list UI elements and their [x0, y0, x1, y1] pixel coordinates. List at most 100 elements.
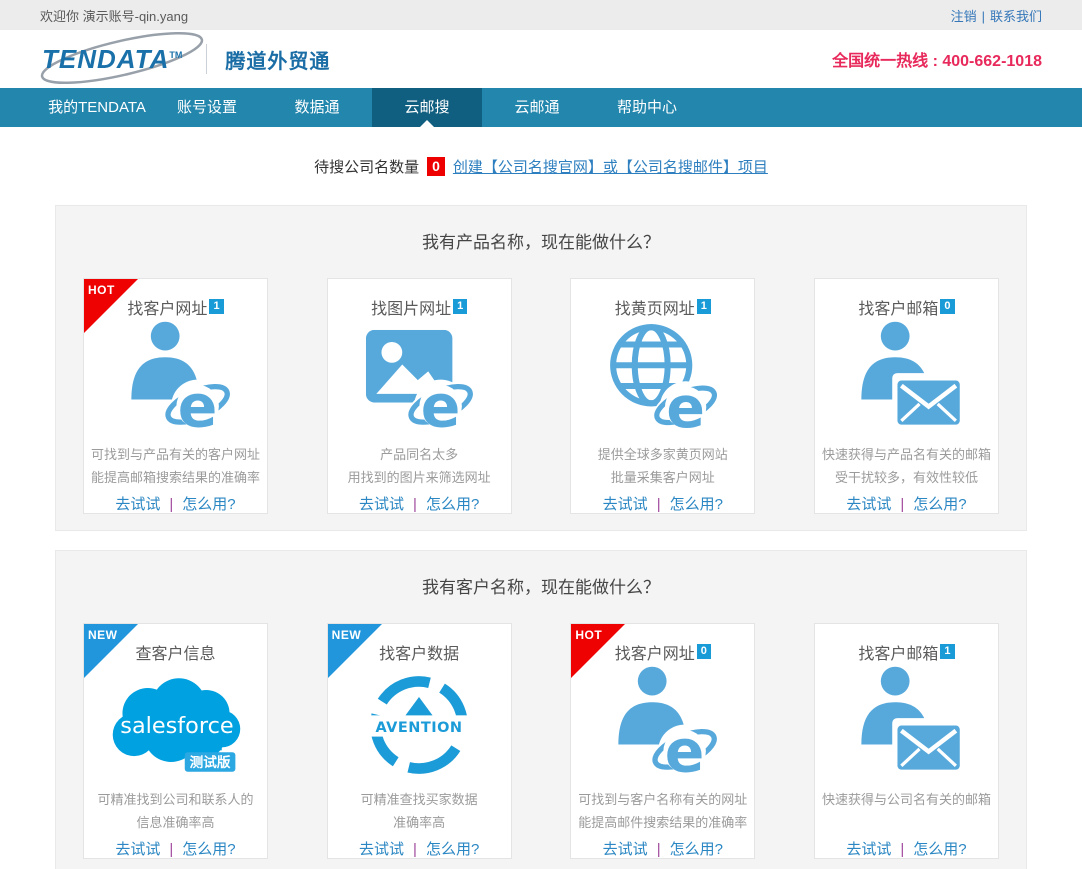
card-links: 去试试 | 怎么用? [328, 838, 511, 859]
card-find-yellowpage-website[interactable]: 找黄页网址1 提供全球多家黄页网站 批量采集客户网址 去试试|怎么用? [570, 278, 755, 514]
new-ribbon: NEW [328, 624, 382, 678]
welcome-text: 欢迎你 演示账号-qin.yang [40, 6, 188, 25]
count-badge: 1 [697, 299, 711, 314]
card-row: HOT 找客户网址1 可找到与产品有关的客户网址 能提高邮箱搜索结果的准确率 去… [83, 278, 999, 514]
topbar-divider: | [982, 9, 985, 24]
card-links: 去试试 | 怎么用? [815, 493, 998, 514]
section-customer-name: 我有客户名称，现在能做什么？ NEW 查客户信息 [55, 550, 1027, 869]
nav-item-account-settings[interactable]: 账号设置 [152, 88, 262, 127]
pending-count-label: 待搜公司名数量 [314, 156, 419, 177]
try-link[interactable]: 去试试 [115, 496, 160, 513]
logout-link[interactable]: 注销 [951, 9, 977, 24]
link-separator: | [413, 841, 417, 858]
try-link[interactable]: 去试试 [603, 496, 648, 513]
try-link[interactable]: 去试试 [359, 841, 404, 858]
how-to-link[interactable]: 怎么用? [913, 496, 966, 513]
avention-logo-icon: AVENTION [328, 662, 511, 788]
nav-item-data-pass[interactable]: 数据通 [262, 88, 372, 127]
link-separator: | [900, 496, 904, 513]
link-separator: | [169, 496, 173, 513]
link-separator: | [413, 496, 417, 513]
count-badge: 0 [940, 299, 954, 314]
count-badge: 1 [453, 299, 467, 314]
try-link[interactable]: 去试试 [115, 841, 160, 858]
card-desc-line1: 快速获得与产品名有关的邮箱 [815, 443, 998, 466]
salesforce-logo-icon: salesforce 测试版 [84, 662, 267, 788]
card-row: NEW 查客户信息 sale [83, 623, 999, 859]
card-desc-line2 [815, 811, 998, 834]
salesforce-beta-tag: 测试版 [189, 754, 230, 771]
new-ribbon: NEW [84, 624, 138, 678]
card-check-customer-info[interactable]: NEW 查客户信息 sale [83, 623, 268, 859]
card-find-customer-email-2[interactable]: 找客户邮箱1 快速获得与公司名有关的邮箱 去试试|怎么用? [814, 623, 999, 859]
globe-browser-icon [571, 317, 754, 443]
main-nav: 我的TENDATA 账号设置 数据通 云邮搜 云邮通 帮助中心 [0, 88, 1082, 127]
how-to-link[interactable]: 怎么用? [913, 841, 966, 858]
tendata-page: 欢迎你 演示账号-qin.yang 注销 | 联系我们 TENDATATM 腾道外贸… [0, 0, 1082, 869]
card-find-customer-data[interactable]: NEW 找客户数据 AVENTION 可精准查找买家数据 准确率高 去试试|怎么… [327, 623, 512, 859]
nav-item-help-center[interactable]: 帮助中心 [592, 88, 702, 127]
how-to-link[interactable]: 怎么用? [670, 841, 723, 858]
avention-wordmark: AVENTION [376, 720, 463, 736]
card-desc-line1: 可找到与产品有关的客户网址 [84, 443, 267, 466]
link-separator: | [657, 496, 661, 513]
card-find-customer-email[interactable]: 找客户邮箱0 快速获得与产品名有关的邮箱 受干扰较多，有效性较低 去试试|怎么用… [814, 278, 999, 514]
section-product-name: 我有产品名称，现在能做什么？ HOT 找客户网址1 可找到与产品有关的客户网址 … [55, 205, 1027, 531]
brand-header: TENDATATM 腾道外贸通 全国统一热线 : 400-662-1018 [0, 30, 1082, 88]
card-find-image-website[interactable]: 找图片网址1 产品同名太多 用找到的图片来筛选网址 去试试|怎么用? [327, 278, 512, 514]
how-to-link[interactable]: 怎么用? [182, 496, 235, 513]
link-separator: | [657, 841, 661, 858]
card-title: 找黄页网址1 [571, 295, 754, 317]
nav-item-my-tendata[interactable]: 我的TENDATA [42, 88, 152, 127]
person-mail-icon [815, 662, 998, 788]
person-browser-icon [571, 662, 754, 788]
link-separator: | [900, 841, 904, 858]
topbar-links: 注销 | 联系我们 [951, 6, 1042, 25]
section-title: 我有客户名称，现在能做什么？ [56, 573, 1026, 597]
logo: TENDATATM 腾道外贸通 [40, 42, 330, 77]
person-mail-icon [815, 317, 998, 443]
how-to-link[interactable]: 怎么用? [426, 841, 479, 858]
card-desc-line2: 准确率高 [328, 811, 511, 834]
card-desc-line1: 产品同名太多 [328, 443, 511, 466]
hot-ribbon: HOT [571, 624, 625, 678]
try-link[interactable]: 去试试 [846, 496, 891, 513]
tendata-logo: TENDATATM [40, 42, 192, 77]
card-find-customer-website-2[interactable]: HOT 找客户网址0 可找到与客户名称有关的网址 能提高邮件搜索结果的准确率 去… [570, 623, 755, 859]
product-name: 腾道外贸通 [225, 45, 330, 74]
logo-trademark: TM [169, 50, 182, 60]
create-project-link[interactable]: 创建【公司名搜官网】或【公司名搜邮件】项目 [453, 156, 768, 177]
pending-count-bar: 待搜公司名数量 0 创建【公司名搜官网】或【公司名搜邮件】项目 [0, 127, 1082, 205]
card-find-customer-website[interactable]: HOT 找客户网址1 可找到与产品有关的客户网址 能提高邮箱搜索结果的准确率 去… [83, 278, 268, 514]
card-links: 去试试 | 怎么用? [84, 838, 267, 859]
card-desc-line1: 快速获得与公司名有关的邮箱 [815, 788, 998, 811]
count-badge: 1 [940, 644, 954, 659]
card-links: 去试试 | 怎么用? [815, 838, 998, 859]
card-links: 去试试 | 怎么用? [328, 493, 511, 514]
person-browser-icon [84, 317, 267, 443]
card-desc-line2: 信息准确率高 [84, 811, 267, 834]
how-to-link[interactable]: 怎么用? [426, 496, 479, 513]
try-link[interactable]: 去试试 [359, 496, 404, 513]
logo-text: TENDATA [42, 44, 169, 74]
contact-us-link[interactable]: 联系我们 [990, 9, 1042, 24]
link-separator: | [169, 841, 173, 858]
card-links: 去试试 | 怎么用? [571, 493, 754, 514]
card-links: 去试试 | 怎么用? [84, 493, 267, 514]
hotline-number: 全国统一热线 : 400-662-1018 [832, 47, 1042, 71]
top-utility-bar: 欢迎你 演示账号-qin.yang 注销 | 联系我们 [0, 0, 1082, 30]
try-link[interactable]: 去试试 [846, 841, 891, 858]
how-to-link[interactable]: 怎么用? [670, 496, 723, 513]
nav-item-cloud-mail-pass[interactable]: 云邮通 [482, 88, 592, 127]
how-to-link[interactable]: 怎么用? [182, 841, 235, 858]
card-desc-line1: 可精准找到公司和联系人的 [84, 788, 267, 811]
try-link[interactable]: 去试试 [603, 841, 648, 858]
card-desc-line1: 提供全球多家黄页网站 [571, 443, 754, 466]
card-desc-line2: 能提高邮件搜索结果的准确率 [571, 811, 754, 834]
nav-item-cloud-mail-search[interactable]: 云邮搜 [372, 88, 482, 127]
salesforce-wordmark: salesforce [120, 713, 233, 739]
card-desc-line2: 受干扰较多，有效性较低 [815, 466, 998, 489]
card-desc-line2: 能提高邮箱搜索结果的准确率 [84, 466, 267, 489]
hot-ribbon: HOT [84, 279, 138, 333]
section-title: 我有产品名称，现在能做什么？ [56, 228, 1026, 252]
